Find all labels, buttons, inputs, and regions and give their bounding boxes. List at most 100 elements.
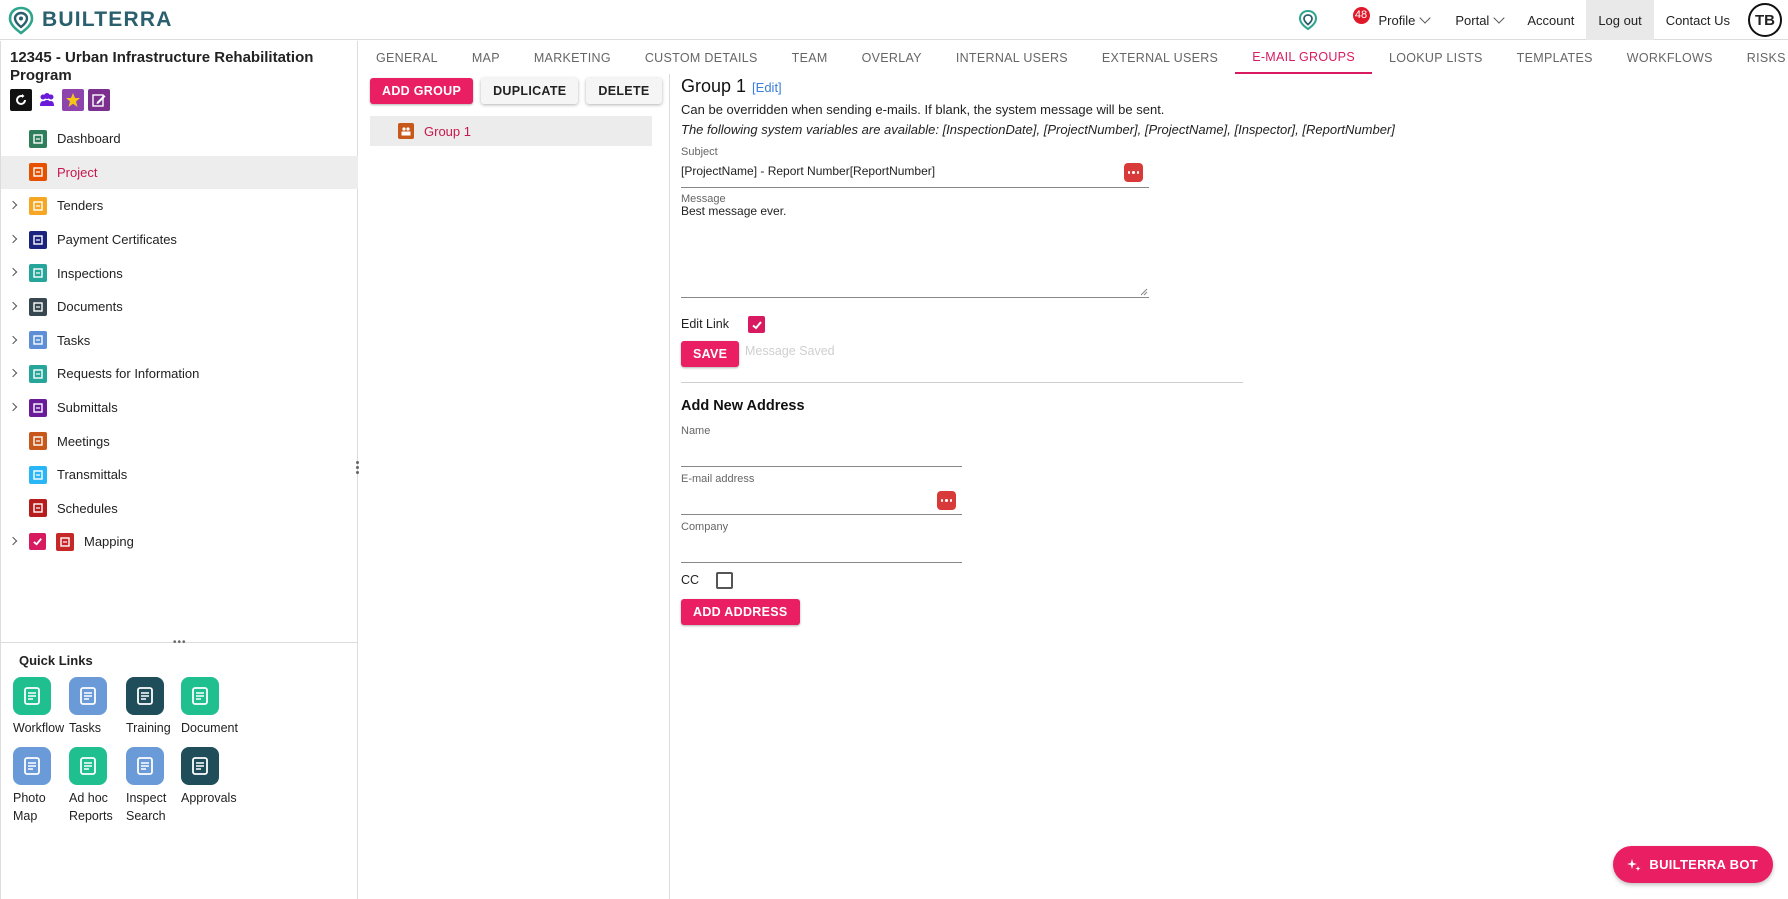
edit-group-link[interactable]: [Edit]	[752, 80, 782, 95]
sidebar-item-transmittals[interactable]: Transmittals	[1, 458, 358, 492]
subject-variables-button[interactable]	[1124, 163, 1143, 182]
project-nav: Dashboard Project Tenders Payment Certifica…	[1, 122, 358, 559]
sidebar-item-documents[interactable]: Documents	[1, 290, 358, 324]
builterra-bot-button[interactable]: BUILTERRA BOT	[1613, 846, 1773, 883]
resize-handle-icon[interactable]	[1140, 288, 1148, 296]
notification-badge[interactable]: 48	[1352, 7, 1370, 24]
inspections-icon	[29, 264, 47, 283]
sidebar-item-requests-for-information[interactable]: Requests for Information	[1, 357, 358, 391]
mapping-checkbox[interactable]	[29, 533, 46, 551]
group-list-item[interactable]: Group 1	[370, 116, 652, 146]
sidebar-item-label: Documents	[57, 299, 123, 315]
group-label: Group 1	[424, 123, 471, 139]
sidebar-item-mapping[interactable]: Mapping	[1, 525, 358, 559]
chevron-right-icon[interactable]	[8, 200, 18, 210]
tab-external-users[interactable]: EXTERNAL USERS	[1085, 41, 1235, 74]
profile-label: Profile	[1378, 12, 1416, 28]
quick-links-title: Quick Links	[19, 653, 93, 668]
chevron-right-icon[interactable]	[8, 301, 18, 311]
save-button[interactable]: SAVE	[681, 341, 740, 367]
photo-map-icon	[13, 747, 51, 785]
tab-general[interactable]: GENERAL	[359, 41, 455, 74]
team-icon[interactable]	[36, 89, 58, 111]
drag-handle-icon[interactable]: •••	[173, 637, 187, 648]
email-lookup-button[interactable]	[937, 491, 956, 510]
reports-icon	[69, 747, 107, 785]
meetings-icon	[29, 432, 47, 451]
tab-marketing[interactable]: MARKETING	[517, 41, 628, 74]
quick-link-training[interactable]: Training	[126, 677, 184, 737]
sidebar-item-tenders[interactable]: Tenders	[1, 189, 358, 223]
add-address-button[interactable]: ADD ADDRESS	[681, 599, 800, 625]
quick-link-workflow[interactable]: Workflow	[13, 677, 71, 737]
sparkle-icon	[1627, 858, 1641, 871]
sidebar-item-schedules[interactable]: Schedules	[1, 492, 358, 526]
portal-menu[interactable]: Portal	[1443, 0, 1515, 40]
tasks-icon	[29, 331, 47, 350]
sidebar-item-payment-certificates[interactable]: Payment Certificates	[1, 223, 358, 257]
quick-link-photo-map[interactable]: Photo Map	[13, 747, 71, 825]
quick-link-approvals[interactable]: Approvals	[181, 747, 239, 807]
add-group-button[interactable]: ADD GROUP	[370, 78, 474, 104]
quick-link-label: Training	[126, 721, 171, 735]
star-icon[interactable]	[62, 89, 84, 111]
quick-link-ad-hoc-reports[interactable]: Ad hoc Reports	[69, 747, 127, 825]
system-variables-info: The following system variables are avail…	[681, 122, 1395, 137]
tab-overlay[interactable]: OVERLAY	[845, 41, 939, 74]
chevron-right-icon[interactable]	[8, 234, 18, 244]
brand-logo[interactable]: BUILTERRA	[6, 5, 173, 35]
quick-link-label: Tasks	[69, 721, 101, 735]
sidebar-item-tasks[interactable]: Tasks	[1, 324, 358, 358]
chevron-down-icon	[1419, 12, 1432, 24]
sidebar-item-label: Payment Certificates	[57, 232, 177, 248]
chevron-right-icon[interactable]	[8, 335, 18, 344]
account-link[interactable]: Account	[1515, 0, 1586, 40]
subject-label: Subject	[681, 146, 718, 158]
logout-link[interactable]: Log out	[1586, 0, 1654, 40]
duplicate-group-button[interactable]: DUPLICATE	[481, 78, 579, 104]
chevron-right-icon[interactable]	[8, 368, 18, 378]
sidebar-item-dashboard[interactable]: Dashboard	[1, 122, 358, 156]
edit-note-icon[interactable]	[88, 89, 110, 111]
builterra-home-icon[interactable]	[1295, 7, 1321, 33]
tab-team[interactable]: TEAM	[775, 41, 845, 74]
project-icon	[29, 163, 47, 182]
chevron-right-icon[interactable]	[8, 402, 18, 411]
quick-link-label: Photo Map	[13, 791, 46, 823]
sidebar-item-label: Project	[57, 164, 98, 180]
cc-checkbox[interactable]	[716, 572, 733, 589]
sidebar-item-label: Transmittals	[57, 467, 128, 483]
chevron-right-icon[interactable]	[8, 536, 18, 546]
override-info: Can be overridden when sending e-mails. …	[681, 102, 1165, 117]
subject-input[interactable]: [ProjectName] - Report Number[ReportNumb…	[681, 164, 935, 178]
avatar[interactable]: TB	[1748, 3, 1782, 37]
tab-lookup-lists[interactable]: LOOKUP LISTS	[1372, 41, 1500, 74]
edit-link-checkbox[interactable]	[748, 316, 765, 333]
message-textarea[interactable]: Best message ever.	[681, 204, 1149, 298]
quick-link-inspect-search[interactable]: Inspect Search	[126, 747, 184, 825]
delete-group-button[interactable]: DELETE	[586, 78, 662, 104]
sidebar-item-inspections[interactable]: Inspections	[1, 256, 358, 290]
add-address-title: Add New Address	[681, 398, 805, 414]
documents-icon	[29, 297, 47, 316]
tab-map[interactable]: MAP	[455, 41, 517, 74]
quick-link-document[interactable]: Document	[181, 677, 239, 737]
sidebar-item-submittals[interactable]: Submittals	[1, 391, 358, 425]
sidebar-item-project[interactable]: Project	[1, 155, 358, 190]
tab-e-mail-groups[interactable]: E-MAIL GROUPS	[1235, 41, 1372, 74]
tab-custom-details[interactable]: CUSTOM DETAILS	[628, 41, 775, 74]
message-text: Best message ever.	[681, 204, 787, 218]
tab-internal-users[interactable]: INTERNAL USERS	[939, 41, 1085, 74]
quick-link-tasks[interactable]: Tasks	[69, 677, 127, 737]
quick-link-label: Workflow	[13, 721, 65, 735]
tab-risks[interactable]: RISKS	[1730, 41, 1788, 74]
download-icon	[126, 747, 164, 785]
refresh-icon[interactable]	[10, 89, 32, 111]
tab-templates[interactable]: TEMPLATES	[1500, 41, 1610, 74]
tab-workflows[interactable]: WORKFLOWS	[1610, 41, 1730, 74]
chevron-down-icon	[1493, 12, 1505, 24]
profile-menu[interactable]: 48 Profile	[1352, 0, 1444, 40]
sidebar-item-meetings[interactable]: Meetings	[1, 424, 358, 458]
chevron-right-icon[interactable]	[8, 268, 18, 277]
contact-link[interactable]: Contact Us	[1654, 0, 1742, 40]
